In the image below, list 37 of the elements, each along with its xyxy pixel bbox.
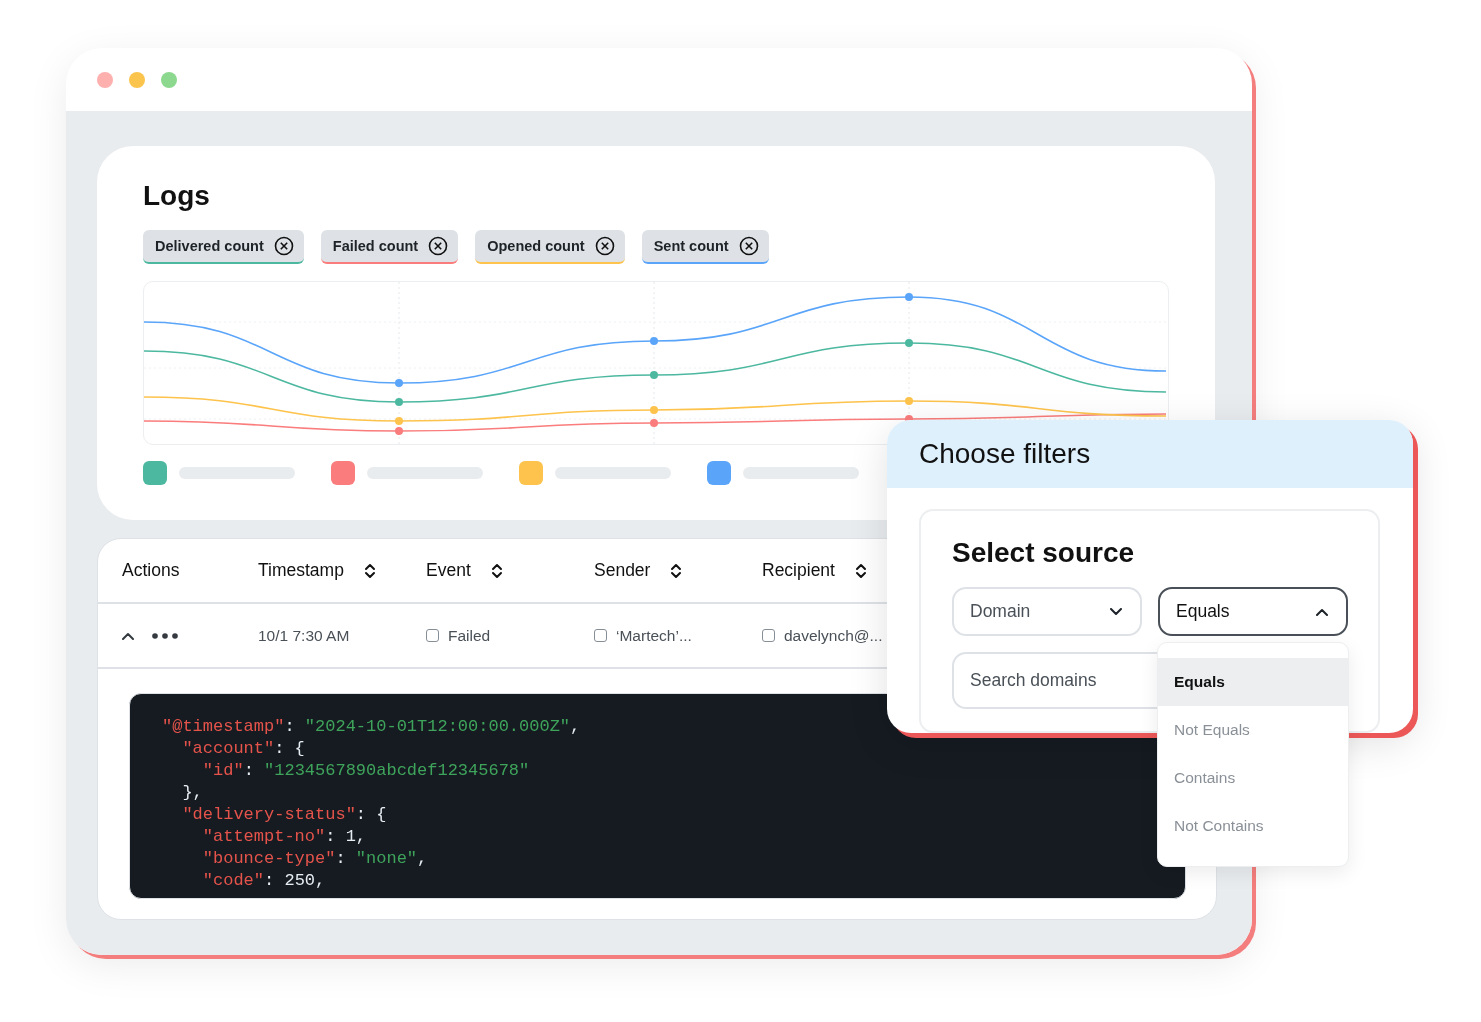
checkbox[interactable] [594, 629, 607, 642]
table-cell: Failed [448, 626, 491, 645]
logs-title: Logs [143, 180, 211, 212]
checkbox[interactable] [426, 629, 439, 642]
column-header: Event [426, 560, 471, 581]
filter-chip[interactable]: Opened count [475, 230, 625, 264]
caret-icon [1316, 607, 1328, 616]
remove-icon[interactable] [428, 236, 449, 256]
column-header: Timestamp [258, 560, 344, 581]
dropdown-option[interactable]: Equals [1158, 658, 1348, 706]
checkbox[interactable] [762, 629, 775, 642]
sort-icon[interactable] [854, 562, 867, 579]
filter-chip[interactable]: Failed count [320, 230, 459, 264]
window-control-dot[interactable] [97, 71, 113, 88]
select-field[interactable]: Equals [1158, 587, 1348, 636]
table-cell: ‘Martech’... [616, 626, 692, 645]
table-cell: davelynch@... [784, 626, 883, 645]
filter-chip[interactable]: Delivered count [143, 230, 304, 264]
select-field[interactable]: Domain [952, 587, 1142, 636]
more-icon[interactable] [152, 632, 178, 639]
filter-chip[interactable]: Sent count [641, 230, 769, 264]
collapse-icon[interactable] [122, 631, 134, 640]
window-control-dot[interactable] [161, 71, 177, 88]
table-cell-text: 10/1 7:30 AM [258, 626, 351, 645]
column-header: Sender [594, 560, 651, 581]
panel-title: Choose filters [887, 420, 1413, 488]
sort-icon[interactable] [363, 562, 376, 579]
sort-icon[interactable] [490, 562, 503, 579]
window-control-dot[interactable] [129, 71, 145, 88]
remove-icon[interactable] [273, 236, 294, 256]
caret-icon [1110, 607, 1122, 616]
section-title: Select source [952, 537, 1136, 569]
remove-icon[interactable] [594, 236, 615, 256]
column-header: Recipient [762, 560, 835, 581]
sort-icon[interactable] [670, 562, 683, 579]
column-header: Actions [122, 560, 180, 581]
remove-icon[interactable] [738, 236, 759, 256]
